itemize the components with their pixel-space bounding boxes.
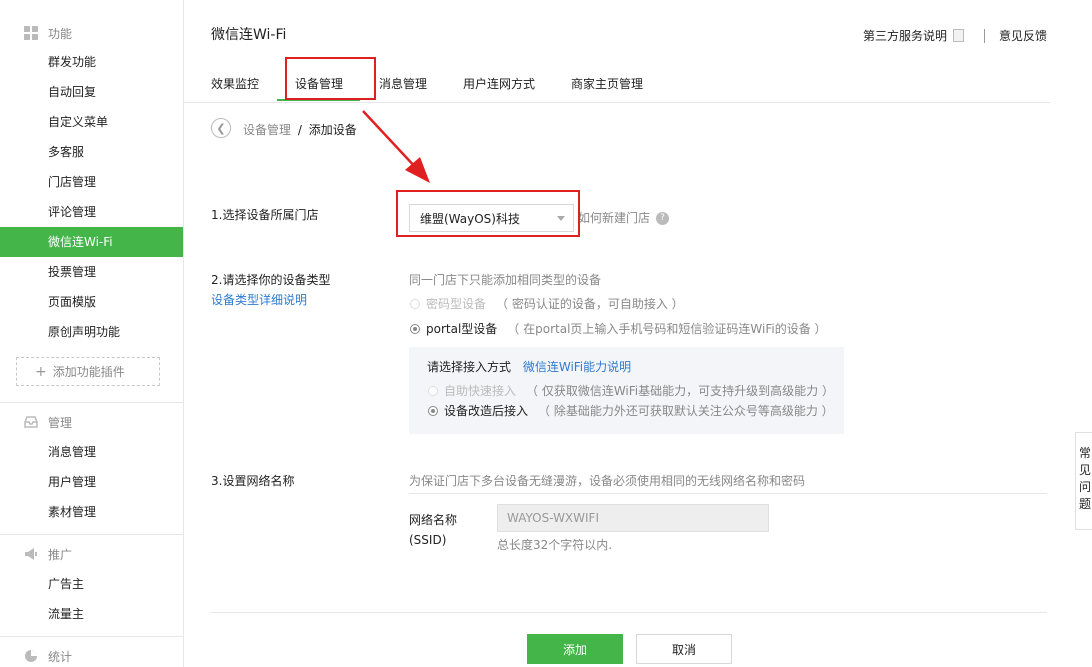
tab-message-management[interactable]: 消息管理 — [379, 72, 427, 101]
document-icon[interactable] — [952, 29, 964, 42]
inbox-icon — [24, 415, 38, 429]
divider — [409, 493, 1047, 494]
back-button[interactable]: ❮ — [211, 118, 231, 138]
cancel-button[interactable]: 取消 — [636, 634, 732, 664]
ssid-label-line1: 网络名称 — [409, 513, 458, 527]
megaphone-icon — [24, 547, 38, 561]
breadcrumb: 设备管理 / 添加设备 — [243, 121, 357, 138]
radio-portal-device[interactable]: portal型设备 （ 在portal页上输入手机号码和短信验证码连WiFi的设… — [410, 320, 827, 337]
plus-icon: + — [35, 363, 47, 380]
tab-user-network-mode[interactable]: 用户连网方式 — [463, 72, 535, 101]
sidebar-divider — [0, 636, 183, 637]
new-store-link[interactable]: 如何新建门店 — [578, 211, 650, 225]
sidebar-item-store-management[interactable]: 门店管理 — [0, 167, 183, 197]
sidebar-item-publisher[interactable]: 流量主 — [0, 599, 183, 629]
divider — [211, 612, 1047, 613]
tab-merchant-homepage[interactable]: 商家主页管理 — [571, 72, 643, 101]
sidebar-divider — [0, 402, 183, 403]
sidebar-section-label: 功能 — [48, 26, 73, 41]
sidebar-section-promo: 推广 — [24, 544, 72, 564]
radio-button[interactable] — [428, 405, 438, 416]
breadcrumb-parent[interactable]: 设备管理 — [243, 123, 291, 137]
step3-label: 3.设置网络名称 — [211, 474, 295, 488]
store-select-value: 维盟(WayOS)科技 — [420, 211, 520, 226]
radio-button[interactable] — [410, 323, 420, 334]
radio-desc: （ 在portal页上输入手机号码和短信验证码连WiFi的设备 ） — [507, 322, 827, 336]
faq-float-tab[interactable]: 常 见 问 题 — [1075, 432, 1092, 530]
sidebar-item-advertiser[interactable]: 广告主 — [0, 569, 183, 599]
chevron-left-icon: ❮ — [216, 121, 226, 135]
add-plugin-button[interactable]: + 添加功能插件 — [16, 357, 160, 386]
sidebar-section-label: 管理 — [48, 415, 73, 430]
radio-desc: （ 除基础能力外还可获取默认关注公众号等高级能力 ） — [538, 404, 834, 418]
sidebar: 功能 群发功能 自动回复 自定义菜单 多客服 门店管理 评论管理 微信连Wi-F… — [0, 0, 184, 667]
radio-password-device[interactable]: 密码型设备 （ 密码认证的设备，可自助接入 ） — [410, 295, 684, 312]
sidebar-item-page-template[interactable]: 页面模版 — [0, 287, 183, 317]
ssid-label-line2: (SSID) — [409, 533, 447, 547]
access-method-row: 请选择接入方式 微信连WiFi能力说明 — [427, 358, 631, 375]
sidebar-item-message-management[interactable]: 消息管理 — [0, 437, 183, 467]
ssid-input[interactable]: WAYOS-WXWIFI — [497, 504, 769, 532]
breadcrumb-separator: / — [297, 123, 302, 137]
sidebar-section-label: 推广 — [48, 547, 73, 562]
header-links: 第三方服务说明 意见反馈 — [863, 27, 1047, 44]
sidebar-section-stats: 统计 — [24, 646, 72, 666]
wifi-capability-link[interactable]: 微信连WiFi能力说明 — [523, 360, 631, 374]
pie-chart-icon — [24, 649, 38, 663]
sidebar-item-wechat-wifi[interactable]: 微信连Wi-Fi — [0, 227, 183, 257]
question-icon[interactable]: ? — [656, 212, 670, 225]
tab-device-management[interactable]: 设备管理 — [277, 72, 360, 101]
page-title: 微信连Wi-Fi — [211, 27, 287, 43]
radio-desc: （ 密码认证的设备，可自助接入 ） — [496, 297, 684, 311]
feedback-link[interactable]: 意见反馈 — [999, 27, 1047, 44]
faq-char: 常 — [1078, 446, 1091, 460]
sidebar-section-label: 统计 — [48, 649, 73, 664]
add-plugin-label: 添加功能插件 — [52, 365, 125, 379]
step1-label: 1.选择设备所属门店 — [211, 208, 319, 222]
tab-bar: 效果监控 设备管理 消息管理 用户连网方式 商家主页管理 — [184, 72, 1050, 103]
radio-label: 自助快速接入 — [444, 384, 517, 398]
radio-button[interactable] — [428, 385, 438, 396]
sidebar-item-mass-send[interactable]: 群发功能 — [0, 47, 183, 77]
radio-label: 设备改造后接入 — [444, 404, 529, 418]
sidebar-item-original-declaration[interactable]: 原创声明功能 — [0, 317, 183, 347]
radio-desc: （ 仅获取微信连WiFi基础能力，可支持升级到高级能力 ） — [526, 384, 834, 398]
ssid-length-note: 总长度32个字符以内. — [497, 538, 613, 552]
faq-char: 见 — [1078, 463, 1091, 477]
sidebar-section-function: 功能 — [24, 23, 72, 43]
store-select[interactable]: 维盟(WayOS)科技 — [409, 204, 574, 232]
sidebar-item-auto-reply[interactable]: 自动回复 — [0, 77, 183, 107]
device-type-detail-link[interactable]: 设备类型详细说明 — [211, 291, 307, 308]
radio-modified-access[interactable]: 设备改造后接入 （ 除基础能力外还可获取默认关注公众号等高级能力 ） — [428, 402, 834, 419]
access-method-label: 请选择接入方式 — [427, 360, 512, 374]
sidebar-item-vote-management[interactable]: 投票管理 — [0, 257, 183, 287]
tab-effect-monitor[interactable]: 效果监控 — [211, 72, 259, 101]
grid-icon — [24, 26, 38, 40]
network-name-hint: 为保证门店下多台设备无缝漫游，设备必须使用相同的无线网络名称和密码 — [409, 474, 806, 488]
header-separator — [983, 28, 985, 43]
new-store-help: 如何新建门店? — [578, 209, 670, 226]
sidebar-item-user-management[interactable]: 用户管理 — [0, 467, 183, 497]
radio-button[interactable] — [410, 298, 420, 309]
third-party-link[interactable]: 第三方服务说明 — [863, 27, 947, 44]
sidebar-divider — [0, 534, 183, 535]
step2-label: 2.请选择你的设备类型 — [211, 273, 331, 287]
add-button[interactable]: 添加 — [527, 634, 623, 664]
device-type-hint: 同一门店下只能添加相同类型的设备 — [409, 273, 602, 287]
faq-char: 问 — [1078, 480, 1091, 494]
sidebar-section-manage: 管理 — [24, 412, 72, 432]
ssid-label: 网络名称 (SSID) — [409, 510, 457, 550]
radio-quick-access[interactable]: 自助快速接入 （ 仅获取微信连WiFi基础能力，可支持升级到高级能力 ） — [428, 382, 834, 399]
faq-char: 题 — [1078, 497, 1091, 511]
sidebar-item-comment-management[interactable]: 评论管理 — [0, 197, 183, 227]
radio-label: portal型设备 — [426, 322, 498, 336]
sidebar-item-custom-menu[interactable]: 自定义菜单 — [0, 107, 183, 137]
sidebar-item-material-management[interactable]: 素材管理 — [0, 497, 183, 527]
breadcrumb-current: 添加设备 — [308, 123, 357, 137]
chevron-down-icon — [557, 216, 565, 221]
radio-label: 密码型设备 — [426, 297, 487, 311]
sidebar-item-customer-service[interactable]: 多客服 — [0, 137, 183, 167]
